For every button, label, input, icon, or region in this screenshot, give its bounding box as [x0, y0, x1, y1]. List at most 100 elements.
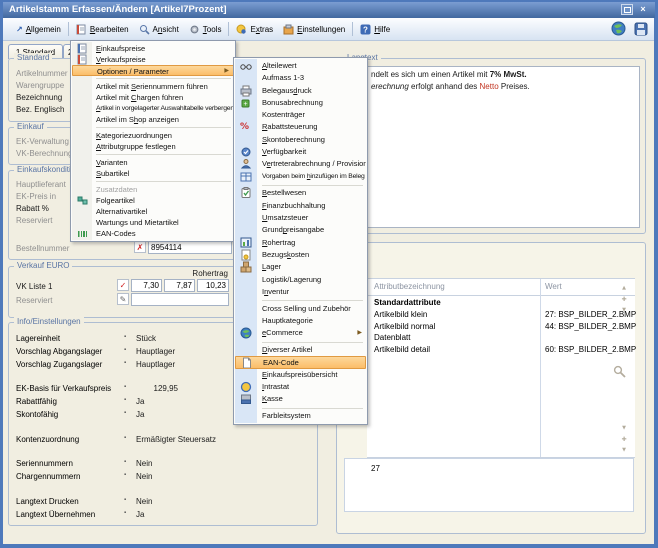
submenu-item-vorgaben-beleg[interactable]: Vorgaben beim hinzufügen im Beleg: [235, 171, 366, 183]
table-row[interactable]: Artikelbild detail60: BSP_BILDER_2.BMP: [367, 345, 635, 356]
menu-item-folgeartikel[interactable]: Folgeartikel: [72, 195, 234, 206]
menubar-item-allgemein[interactable]: ↗ Allgemein: [11, 23, 66, 36]
settings-icon: [283, 24, 294, 35]
submenu-item-umsatzsteuer[interactable]: Umsatzsteuer: [235, 212, 366, 224]
submenu-item-belegausdruck[interactable]: Belegausdruck: [235, 85, 366, 97]
table-row[interactable]: Standardattribute: [367, 298, 635, 309]
submenu-item-bestellwesen[interactable]: Bestellwesen: [235, 187, 366, 199]
menubar-separator: [68, 22, 69, 36]
restore-icon[interactable]: [621, 4, 633, 15]
field-label-rabatt: Rabatt %: [16, 204, 49, 213]
submenu-item-diverser-artikel[interactable]: Diverser Artikel: [235, 344, 366, 356]
vk-price-2-field[interactable]: 7,87: [164, 279, 195, 292]
submenu-item-alteilewert[interactable]: Alteilewert: [235, 60, 366, 72]
add-row-icon[interactable]: ✚: [617, 436, 631, 443]
save-icon[interactable]: [634, 22, 648, 36]
submenu-item-kasse[interactable]: Kasse: [235, 393, 366, 405]
menubar-item-einstellungen[interactable]: Einstellungen: [278, 22, 350, 37]
menu-item-ean-codes[interactable]: EAN-Codes: [72, 228, 234, 239]
submenu-item-inventur[interactable]: Inventur: [235, 286, 366, 298]
submenu-item-skontoberechnung[interactable]: Skontoberechnung: [235, 134, 366, 146]
menubar-item-hilfe[interactable]: ? Hilfe: [355, 22, 395, 37]
submenu-item-finanzbuchhaltung[interactable]: Finanzbuchhaltung: [235, 200, 366, 212]
menu-item-attributgruppe[interactable]: Attributgruppe festlegen: [72, 141, 234, 152]
close-icon[interactable]: ×: [637, 4, 649, 15]
bullet-icon: ▪: [124, 347, 126, 353]
submenu-item-rabattsteuerung[interactable]: %Rabattsteuerung: [235, 121, 366, 133]
menu-item-optionen-parameter[interactable]: Optionen / Parameter▶: [72, 65, 234, 76]
menubar-item-ansicht[interactable]: Ansicht: [134, 22, 184, 37]
table-row[interactable]: Artikelbild klein27: BSP_BILDER_2.BMP: [367, 310, 635, 321]
bullet-icon: ▪: [124, 360, 126, 366]
attribute-note-box[interactable]: 27: [344, 458, 634, 512]
costs-document-icon: [240, 249, 252, 261]
scroll-down-icon[interactable]: ▼: [617, 425, 631, 431]
globe-toolbar-icon[interactable]: [611, 21, 626, 36]
scroll-up-icon[interactable]: ✚: [617, 296, 631, 303]
submenu-item-intrastat[interactable]: Intrastat: [235, 381, 366, 393]
column-header-attributbezeichnung[interactable]: Attributbezeichnung: [374, 282, 445, 291]
scroll-down-icon[interactable]: ▼: [617, 307, 631, 313]
column-header-wert[interactable]: Wert: [545, 282, 562, 291]
menubar-item-extras[interactable]: Extras: [231, 22, 278, 37]
menu-item-verkaufspreise[interactable]: Verkaufspreise: [72, 54, 234, 65]
bestellnummer-field[interactable]: 8954114: [148, 241, 232, 254]
barcode-icon: [77, 228, 89, 239]
submenu-item-lager[interactable]: Lager: [235, 261, 366, 273]
menu-bar: ↗ Allgemein Bearbeiten Ansicht Tools Ext…: [3, 18, 654, 41]
submenu-item-aufmass[interactable]: Aufmass 1-3: [235, 72, 366, 84]
menu-item-wartungs-mietartikel[interactable]: Wartungs und Mietartikel: [72, 217, 234, 228]
menu-item-alternativartikel[interactable]: Alternativartikel: [72, 206, 234, 217]
app-window: Artikelstamm Erfassen/Ändern [Artikel7Pr…: [0, 0, 658, 548]
submenu-item-grundpreisangabe[interactable]: Grundpreisangabe: [235, 224, 366, 236]
menu-item-varianten[interactable]: Varianten: [72, 157, 234, 168]
submenu-item-bezugskosten[interactable]: Bezugskosten: [235, 249, 366, 261]
submenu-item-ecommerce[interactable]: eCommerce▶: [235, 327, 366, 339]
submenu-item-vertreterabrechnung[interactable]: Vertreterabrechnung / Provision: [235, 158, 366, 170]
submenu-item-rohertrag[interactable]: Rohertrag: [235, 237, 366, 249]
submenu-arrow-icon: ▶: [357, 327, 362, 339]
submenu-item-farbleitsystem[interactable]: Farbleitsystem: [235, 410, 366, 422]
attribute-table: Attributbezeichnung Wert Standardattribu…: [367, 278, 635, 458]
table-row[interactable]: Datenblatt: [367, 333, 635, 344]
zoom-search-icon[interactable]: [613, 365, 627, 379]
vk-liste-label: VK Liste 1: [16, 282, 52, 291]
bullet-icon: ▪: [124, 497, 126, 503]
field-label-warengruppe: Warengruppe: [16, 81, 64, 90]
menu-item-seriennummern[interactable]: Artikel mit Seriennummern führen: [72, 81, 234, 92]
pencil-icon[interactable]: ✎: [117, 293, 129, 305]
menu-item-auswahltabelle-verbergen[interactable]: Artikel in vorgelagerter Auswahltabelle …: [72, 103, 234, 114]
menu-item-subartikel[interactable]: Subartikel: [72, 168, 234, 179]
submenu-item-cross-selling[interactable]: Cross Selling und Zubehör: [235, 303, 366, 315]
menu-item-kategoriezuordnungen[interactable]: Kategoriezuordnungen: [72, 130, 234, 141]
submenu-item-ean-code[interactable]: EAN-Code: [235, 356, 366, 368]
check-icon[interactable]: ✓: [117, 279, 129, 291]
submenu-item-verfuegbarkeit[interactable]: Verfügbarkeit: [235, 146, 366, 158]
menu-item-shop-anzeigen[interactable]: Artikel im Shop anzeigen: [72, 114, 234, 125]
field-label-reserviert: Reserviert: [16, 216, 52, 225]
menu-item-einkaufspreise[interactable]: Einkaufspreise: [72, 43, 234, 54]
submenu-item-hauptkategorie[interactable]: Hauptkategorie: [235, 315, 366, 327]
bullet-icon: ▪: [124, 384, 126, 390]
vk-price-1-field[interactable]: 7,30: [131, 279, 162, 292]
field-label-hauptlieferant: Hauptlieferant: [16, 180, 66, 189]
table-row[interactable]: Artikelbild normal44: BSP_BILDER_2.BMP: [367, 322, 635, 333]
menubar-item-tools[interactable]: Tools: [184, 22, 227, 37]
submenu-item-bonusabrechnung[interactable]: +Bonusabrechnung: [235, 97, 366, 109]
scroll-bottom-icon[interactable]: ▼: [617, 447, 631, 453]
clear-icon[interactable]: ✗: [134, 241, 146, 253]
submenu-item-kostentraeger[interactable]: Kostenträger: [235, 109, 366, 121]
menubar-item-bearbeiten[interactable]: Bearbeiten: [71, 22, 134, 37]
page-icon: [241, 357, 253, 368]
bullet-icon: ▪: [124, 510, 126, 516]
scroll-top-icon[interactable]: ▲: [617, 285, 631, 291]
submenu-item-logistik[interactable]: Logistik/Lagerung: [235, 274, 366, 286]
external-arrow-icon: ↗: [16, 25, 23, 34]
vk-reserviert-field[interactable]: [131, 293, 229, 306]
menu-item-chargen[interactable]: Artikel mit Chargen führen: [72, 92, 234, 103]
submenu-item-einkaufspreisuebersicht[interactable]: Einkaufspreisübersicht: [235, 369, 366, 381]
title-bar: Artikelstamm Erfassen/Ändern [Artikel7Pr…: [3, 2, 655, 18]
vk-rohertrag-field[interactable]: 10,23: [197, 279, 229, 292]
menubar-separator: [228, 22, 229, 36]
group-verkauf-euro-label: Verkauf EURO: [14, 261, 72, 270]
